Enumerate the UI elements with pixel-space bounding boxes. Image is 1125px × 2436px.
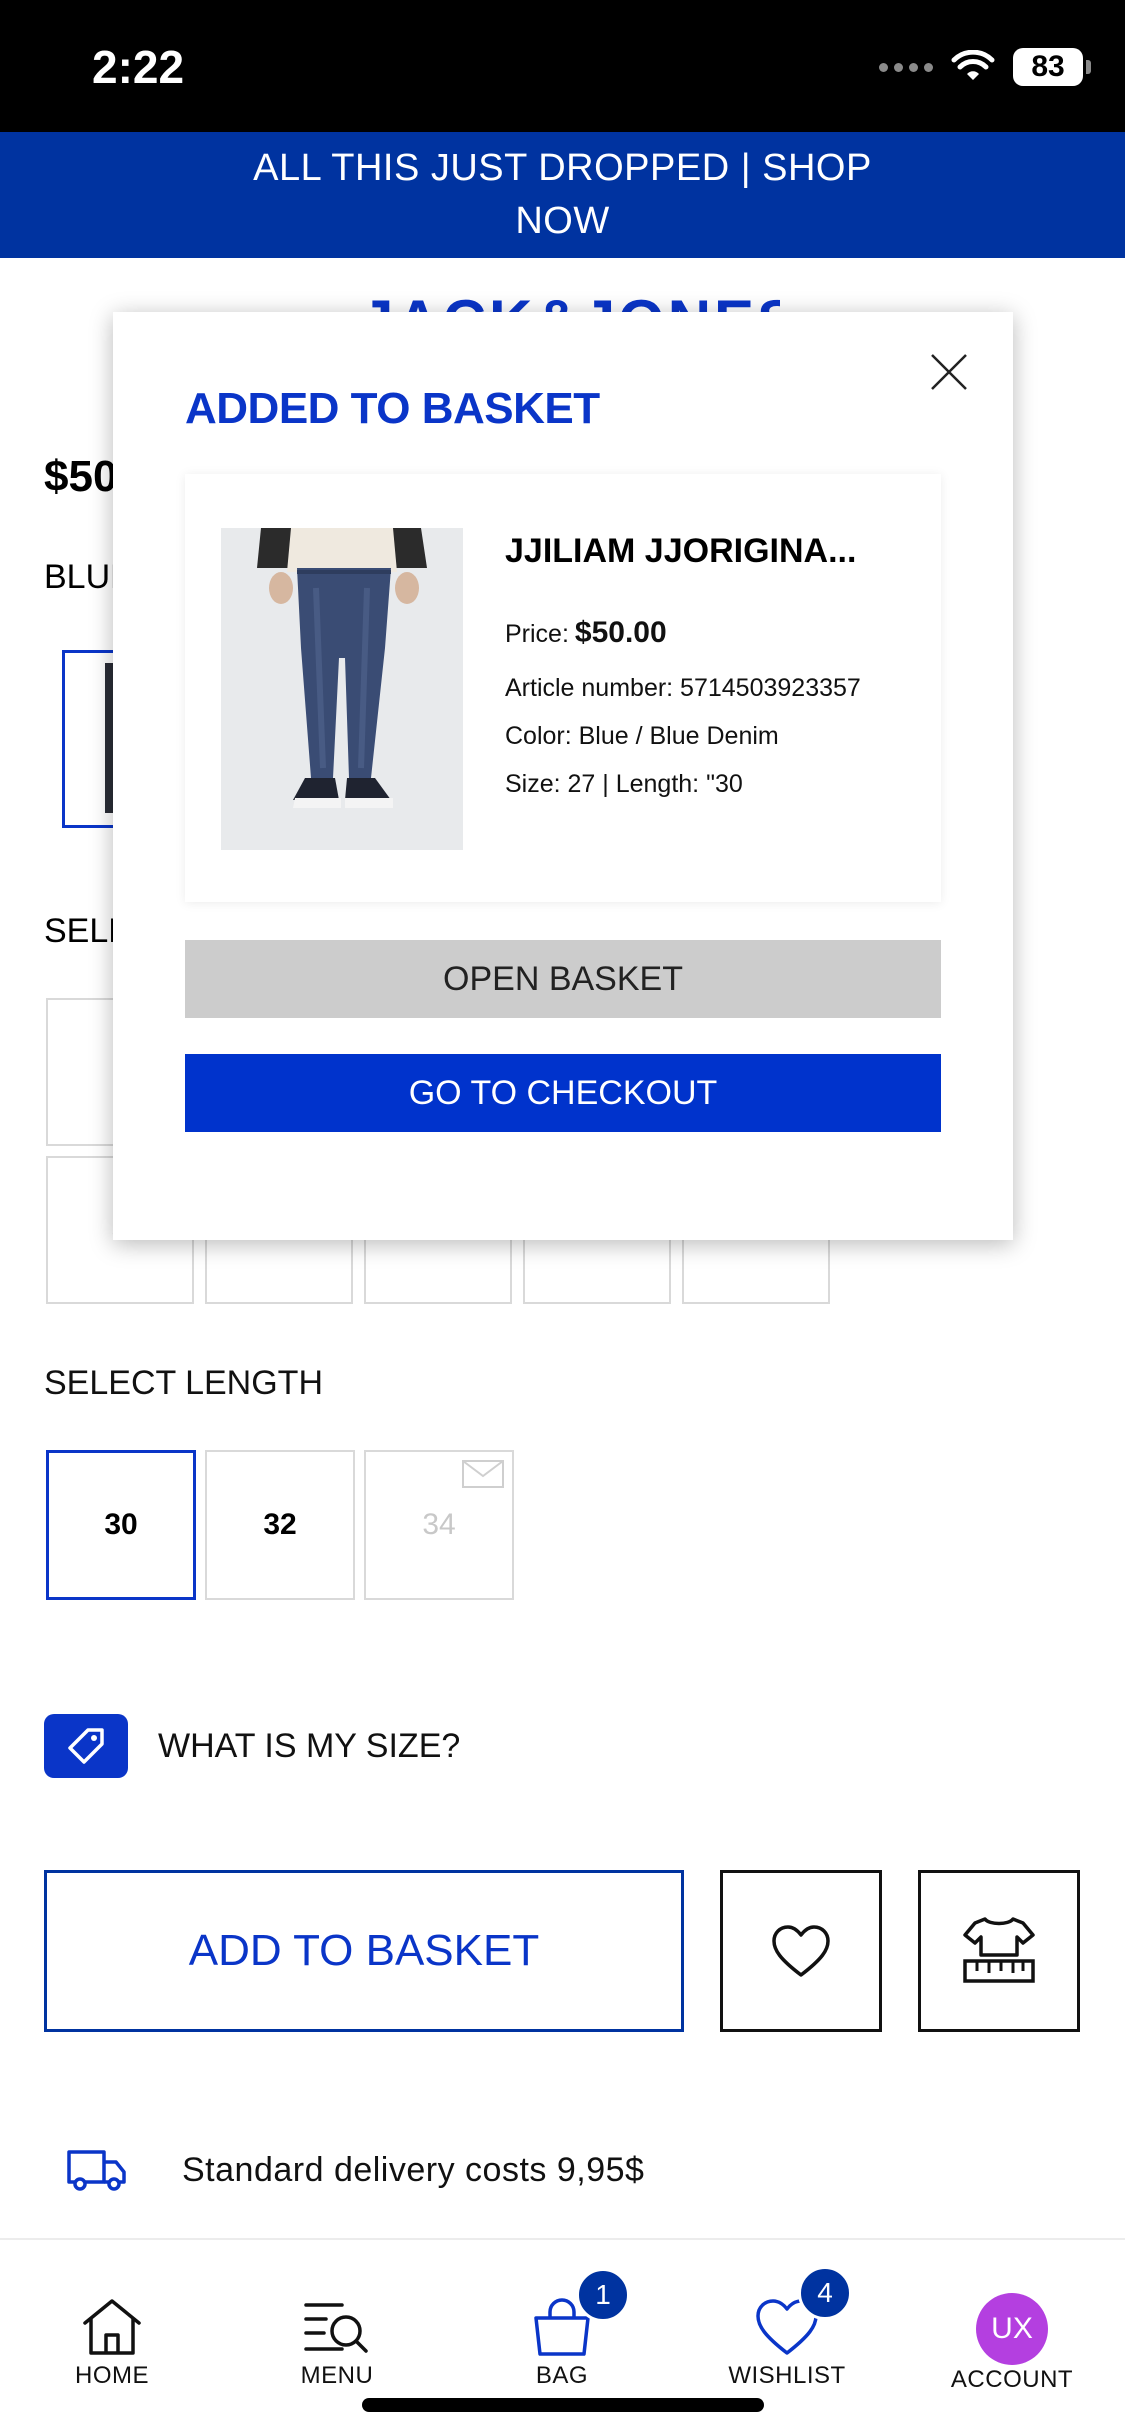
- wishlist-count-badge: 4: [798, 2266, 852, 2320]
- home-icon: [79, 2294, 145, 2360]
- product-name: JJILIAM JJORIGINA...: [505, 532, 857, 570]
- wishlist-button[interactable]: [720, 1870, 882, 2032]
- account-icon-wrap: UX: [976, 2293, 1048, 2365]
- battery-icon: 83: [1013, 48, 1091, 86]
- bag-count-badge: 1: [576, 2268, 630, 2322]
- price-value: $50.00: [574, 616, 667, 649]
- added-to-basket-modal: ADDED TO BASKET JJILIAM JJORIGINA... Pri…: [113, 312, 1013, 1240]
- avatar: UX: [976, 2293, 1048, 2365]
- delivery-info: Standard delivery costs 9,95$: [66, 2148, 644, 2192]
- nav-wishlist-label: WISHLIST: [728, 2362, 846, 2389]
- product-image: [221, 528, 463, 850]
- close-icon: [931, 354, 967, 390]
- wifi-icon: [951, 50, 995, 80]
- nav-home[interactable]: HOME: [12, 2240, 212, 2390]
- close-button[interactable]: [919, 342, 979, 402]
- status-time: 2:22: [92, 41, 185, 93]
- delivery-text: Standard delivery costs 9,95$: [182, 2150, 645, 2189]
- nav-bag-label: BAG: [535, 2362, 589, 2389]
- notify-envelope-icon: [462, 1460, 504, 1488]
- product-price: $50: [44, 452, 118, 501]
- nav-home-label: HOME: [75, 2362, 149, 2389]
- nav-bag[interactable]: 1 BAG: [462, 2240, 662, 2390]
- length-option-30[interactable]: 30: [46, 1450, 196, 1600]
- home-indicator: [362, 2398, 764, 2412]
- menu-search-icon: [302, 2294, 372, 2360]
- price-label: Price:: [505, 620, 569, 648]
- tag-icon: [44, 1714, 128, 1778]
- tshirt-ruler-icon: [963, 1917, 1035, 1983]
- promo-banner[interactable]: ALL THIS JUST DROPPED | SHOP NOW: [0, 132, 1125, 258]
- nav-wishlist[interactable]: 4 WISHLIST: [687, 2240, 887, 2390]
- nav-menu[interactable]: MENU: [237, 2240, 437, 2390]
- article-number: Article number: 5714503923357: [505, 674, 861, 702]
- length-option-32[interactable]: 32: [205, 1450, 355, 1600]
- promo-line-2: NOW: [515, 200, 610, 242]
- open-basket-button[interactable]: OPEN BASKET: [185, 940, 941, 1018]
- added-product-card: JJILIAM JJORIGINA... Price: $50.00 Articl…: [185, 474, 941, 902]
- product-size: Size: 27 | Length: "30: [505, 770, 743, 798]
- size-fit-button[interactable]: [918, 1870, 1080, 2032]
- nav-menu-label: MENU: [300, 2362, 374, 2389]
- go-to-checkout-button[interactable]: GO TO CHECKOUT: [185, 1054, 941, 1132]
- nav-account[interactable]: UX ACCOUNT: [912, 2240, 1112, 2393]
- status-icons: 83: [879, 48, 1091, 86]
- delivery-truck-icon: [67, 2150, 126, 2191]
- promo-line-1: ALL THIS JUST DROPPED | SHOP: [253, 147, 872, 189]
- heart-icon: 4: [754, 2266, 852, 2360]
- product-color: Color: Blue / Blue Denim: [505, 722, 779, 750]
- bag-icon: 1: [530, 2268, 630, 2360]
- size-guide-link[interactable]: WHAT IS MY SIZE?: [44, 1714, 460, 1778]
- product-price-line: Price: $50.00: [505, 616, 667, 650]
- heart-outline-icon: [772, 1925, 830, 1977]
- modal-title: ADDED TO BASKET: [185, 384, 600, 433]
- add-to-basket-button[interactable]: ADD TO BASKET: [44, 1870, 684, 2032]
- length-option-34-label: 34: [422, 1508, 456, 1541]
- select-length-label: SELECT LENGTH: [44, 1364, 324, 1402]
- signal-icon: [879, 62, 933, 72]
- size-guide-label: WHAT IS MY SIZE?: [158, 1726, 461, 1765]
- nav-account-label: ACCOUNT: [950, 2366, 1074, 2393]
- status-bar: 2:22 83: [0, 0, 1125, 132]
- length-option-34[interactable]: 34: [364, 1450, 514, 1600]
